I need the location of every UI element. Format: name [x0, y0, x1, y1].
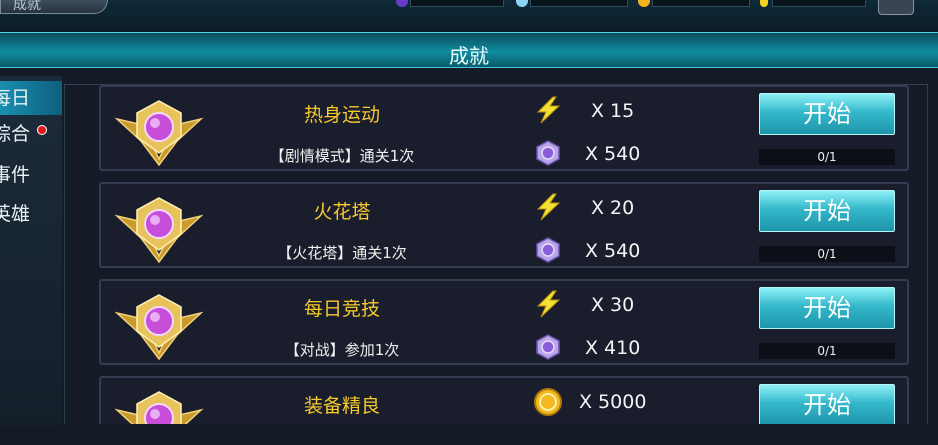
- task-description: 【对战】参加1次: [284, 341, 400, 359]
- top-tab-label: 成就: [13, 0, 41, 13]
- sidebar-item-label: 英雄: [0, 203, 31, 225]
- lightning-icon: [760, 0, 768, 7]
- sidebar-item-heroes[interactable]: 英雄: [0, 197, 62, 231]
- reward-amount: X 540: [585, 240, 641, 262]
- achievement-emblem-icon: [114, 100, 204, 167]
- task-name: 每日竞技: [303, 298, 380, 320]
- progress-counter: 0/1: [759, 246, 895, 262]
- category-sidebar: 每日 综合 事件 英雄: [0, 76, 62, 426]
- resource-slot-1: [410, 0, 504, 7]
- sidebar-item-label: 事件: [0, 164, 31, 186]
- top-tab-achievements[interactable]: 成就: [0, 0, 108, 14]
- purple-gem-icon: [536, 334, 560, 360]
- lightning-icon: [536, 290, 561, 318]
- reward-amount: X 20: [591, 197, 635, 219]
- sidebar-item-label: 每日: [0, 87, 31, 109]
- lightning-icon: [536, 96, 561, 124]
- task-name: 火花塔: [313, 201, 371, 223]
- blue-crystal-icon: [516, 0, 528, 7]
- resource-slot-2: [530, 0, 628, 7]
- top-menu-button[interactable]: [878, 0, 914, 15]
- reward-amount: X 5000: [579, 391, 647, 413]
- purple-gem-icon: [536, 237, 560, 263]
- sidebar-item-general[interactable]: 综合: [0, 117, 62, 151]
- sidebar-item-label: 综合: [0, 123, 31, 145]
- page-title: 成就: [449, 44, 489, 68]
- purple-crystal-icon: [396, 0, 408, 7]
- gold-coin-icon: [638, 0, 650, 7]
- notification-dot-icon: [37, 125, 47, 135]
- task-list[interactable]: 热身运动 【剧情模式】通关1次 X 15 X 540 开始 0/1 火花塔 【火…: [64, 84, 928, 425]
- resource-slot-4: [772, 0, 866, 7]
- achievement-emblem-icon: [114, 197, 204, 264]
- gold-coin-icon: [534, 388, 562, 416]
- reward-amount: X 410: [585, 337, 641, 359]
- task-row: 装备精良 X 5000 开始: [99, 376, 909, 425]
- progress-counter: 0/1: [759, 343, 895, 359]
- sidebar-item-events[interactable]: 事件: [0, 158, 62, 192]
- lightning-icon: [536, 193, 561, 221]
- task-name: 装备精良: [303, 395, 380, 417]
- achievement-emblem-icon: [114, 294, 204, 361]
- task-description: 【剧情模式】通关1次: [269, 147, 415, 165]
- sidebar-item-daily[interactable]: 每日: [0, 81, 62, 115]
- reward-amount: X 30: [591, 294, 635, 316]
- task-description: 【火花塔】通关1次: [277, 244, 407, 262]
- reward-amount: X 540: [585, 143, 641, 165]
- reward-amount: X 15: [591, 100, 635, 122]
- start-button[interactable]: 开始: [759, 384, 895, 425]
- start-button[interactable]: 开始: [759, 287, 895, 329]
- progress-counter: 0/1: [759, 149, 895, 165]
- task-row: 火花塔 【火花塔】通关1次 X 20 X 540 开始 0/1: [99, 182, 909, 268]
- start-button[interactable]: 开始: [759, 190, 895, 232]
- task-name: 热身运动: [303, 104, 380, 126]
- bottom-edge: [64, 424, 938, 445]
- task-row: 每日竞技 【对战】参加1次 X 30 X 410 开始 0/1: [99, 279, 909, 365]
- top-resource-bar: 成就: [0, 0, 938, 32]
- task-row: 热身运动 【剧情模式】通关1次 X 15 X 540 开始 0/1: [99, 85, 909, 171]
- resource-slot-3: [652, 0, 750, 7]
- start-button[interactable]: 开始: [759, 93, 895, 135]
- purple-gem-icon: [536, 140, 560, 166]
- title-banner: 成就: [0, 32, 938, 68]
- achievement-emblem-icon: [114, 391, 204, 425]
